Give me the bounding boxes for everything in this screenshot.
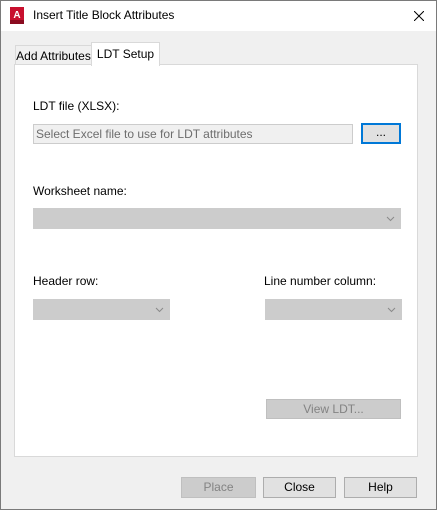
- close-window-button[interactable]: [401, 1, 436, 31]
- chevron-down-icon: [155, 307, 164, 313]
- app-icon-letter: A: [13, 10, 20, 21]
- worksheet-name-select[interactable]: [33, 208, 401, 229]
- tab-ldt-setup[interactable]: LDT Setup: [91, 42, 160, 66]
- view-ldt-button[interactable]: View LDT...: [266, 399, 401, 419]
- window-title: Insert Title Block Attributes: [33, 8, 175, 22]
- title-bar: A Insert Title Block Attributes: [1, 1, 436, 31]
- dialog-window: A Insert Title Block Attributes Add Attr…: [0, 0, 437, 510]
- autocad-app-icon: A: [10, 7, 24, 24]
- close-icon: [413, 11, 424, 21]
- ldt-file-label: LDT file (XLSX):: [33, 99, 120, 113]
- worksheet-name-label: Worksheet name:: [33, 184, 127, 198]
- header-row-label: Header row:: [33, 274, 99, 288]
- chevron-down-icon: [387, 307, 396, 313]
- chevron-down-icon: [386, 216, 395, 222]
- ldt-file-input[interactable]: Select Excel file to use for LDT attribu…: [33, 124, 353, 144]
- help-button[interactable]: Help: [344, 477, 417, 498]
- tab-add-attributes[interactable]: Add Attributes: [15, 45, 92, 65]
- header-row-select[interactable]: [33, 299, 170, 320]
- browse-button[interactable]: ...: [361, 123, 401, 144]
- line-number-column-select[interactable]: [265, 299, 402, 320]
- close-button[interactable]: Close: [263, 477, 336, 498]
- place-button[interactable]: Place: [181, 477, 256, 498]
- line-number-column-label: Line number column:: [264, 274, 377, 288]
